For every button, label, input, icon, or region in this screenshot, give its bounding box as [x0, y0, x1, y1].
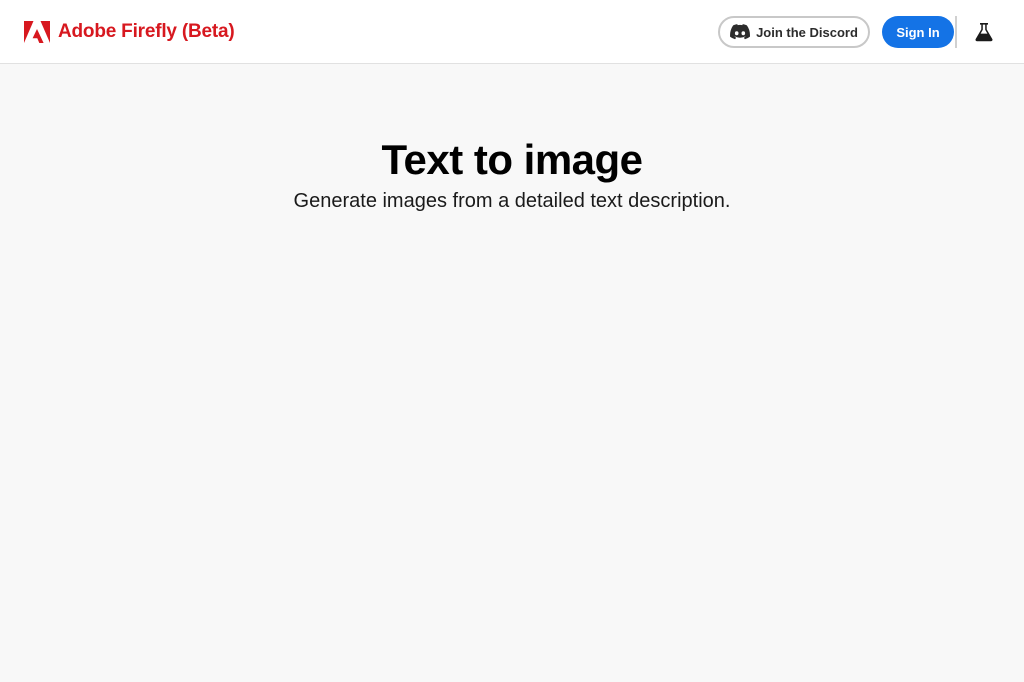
sign-in-button[interactable]: Sign In — [882, 16, 954, 48]
join-discord-button[interactable]: Join the Discord — [718, 16, 870, 48]
top-navigation-bar: Adobe Firefly (Beta) Join the Discord Si… — [0, 0, 1024, 64]
flask-icon — [975, 23, 993, 42]
adobe-logo-icon — [24, 21, 50, 43]
header-divider — [955, 16, 957, 48]
beta-labs-button[interactable] — [968, 16, 1000, 48]
page-title: Text to image — [381, 136, 643, 183]
hero-section: Text to image Generate images from a det… — [0, 134, 1024, 214]
discord-icon — [730, 24, 751, 40]
page-subtitle: Generate images from a detailed text des… — [293, 190, 731, 212]
join-discord-label: Join the Discord — [756, 24, 858, 40]
brand-home-link[interactable]: Adobe Firefly (Beta) — [24, 20, 235, 44]
brand-name: Adobe Firefly (Beta) — [58, 21, 235, 42]
